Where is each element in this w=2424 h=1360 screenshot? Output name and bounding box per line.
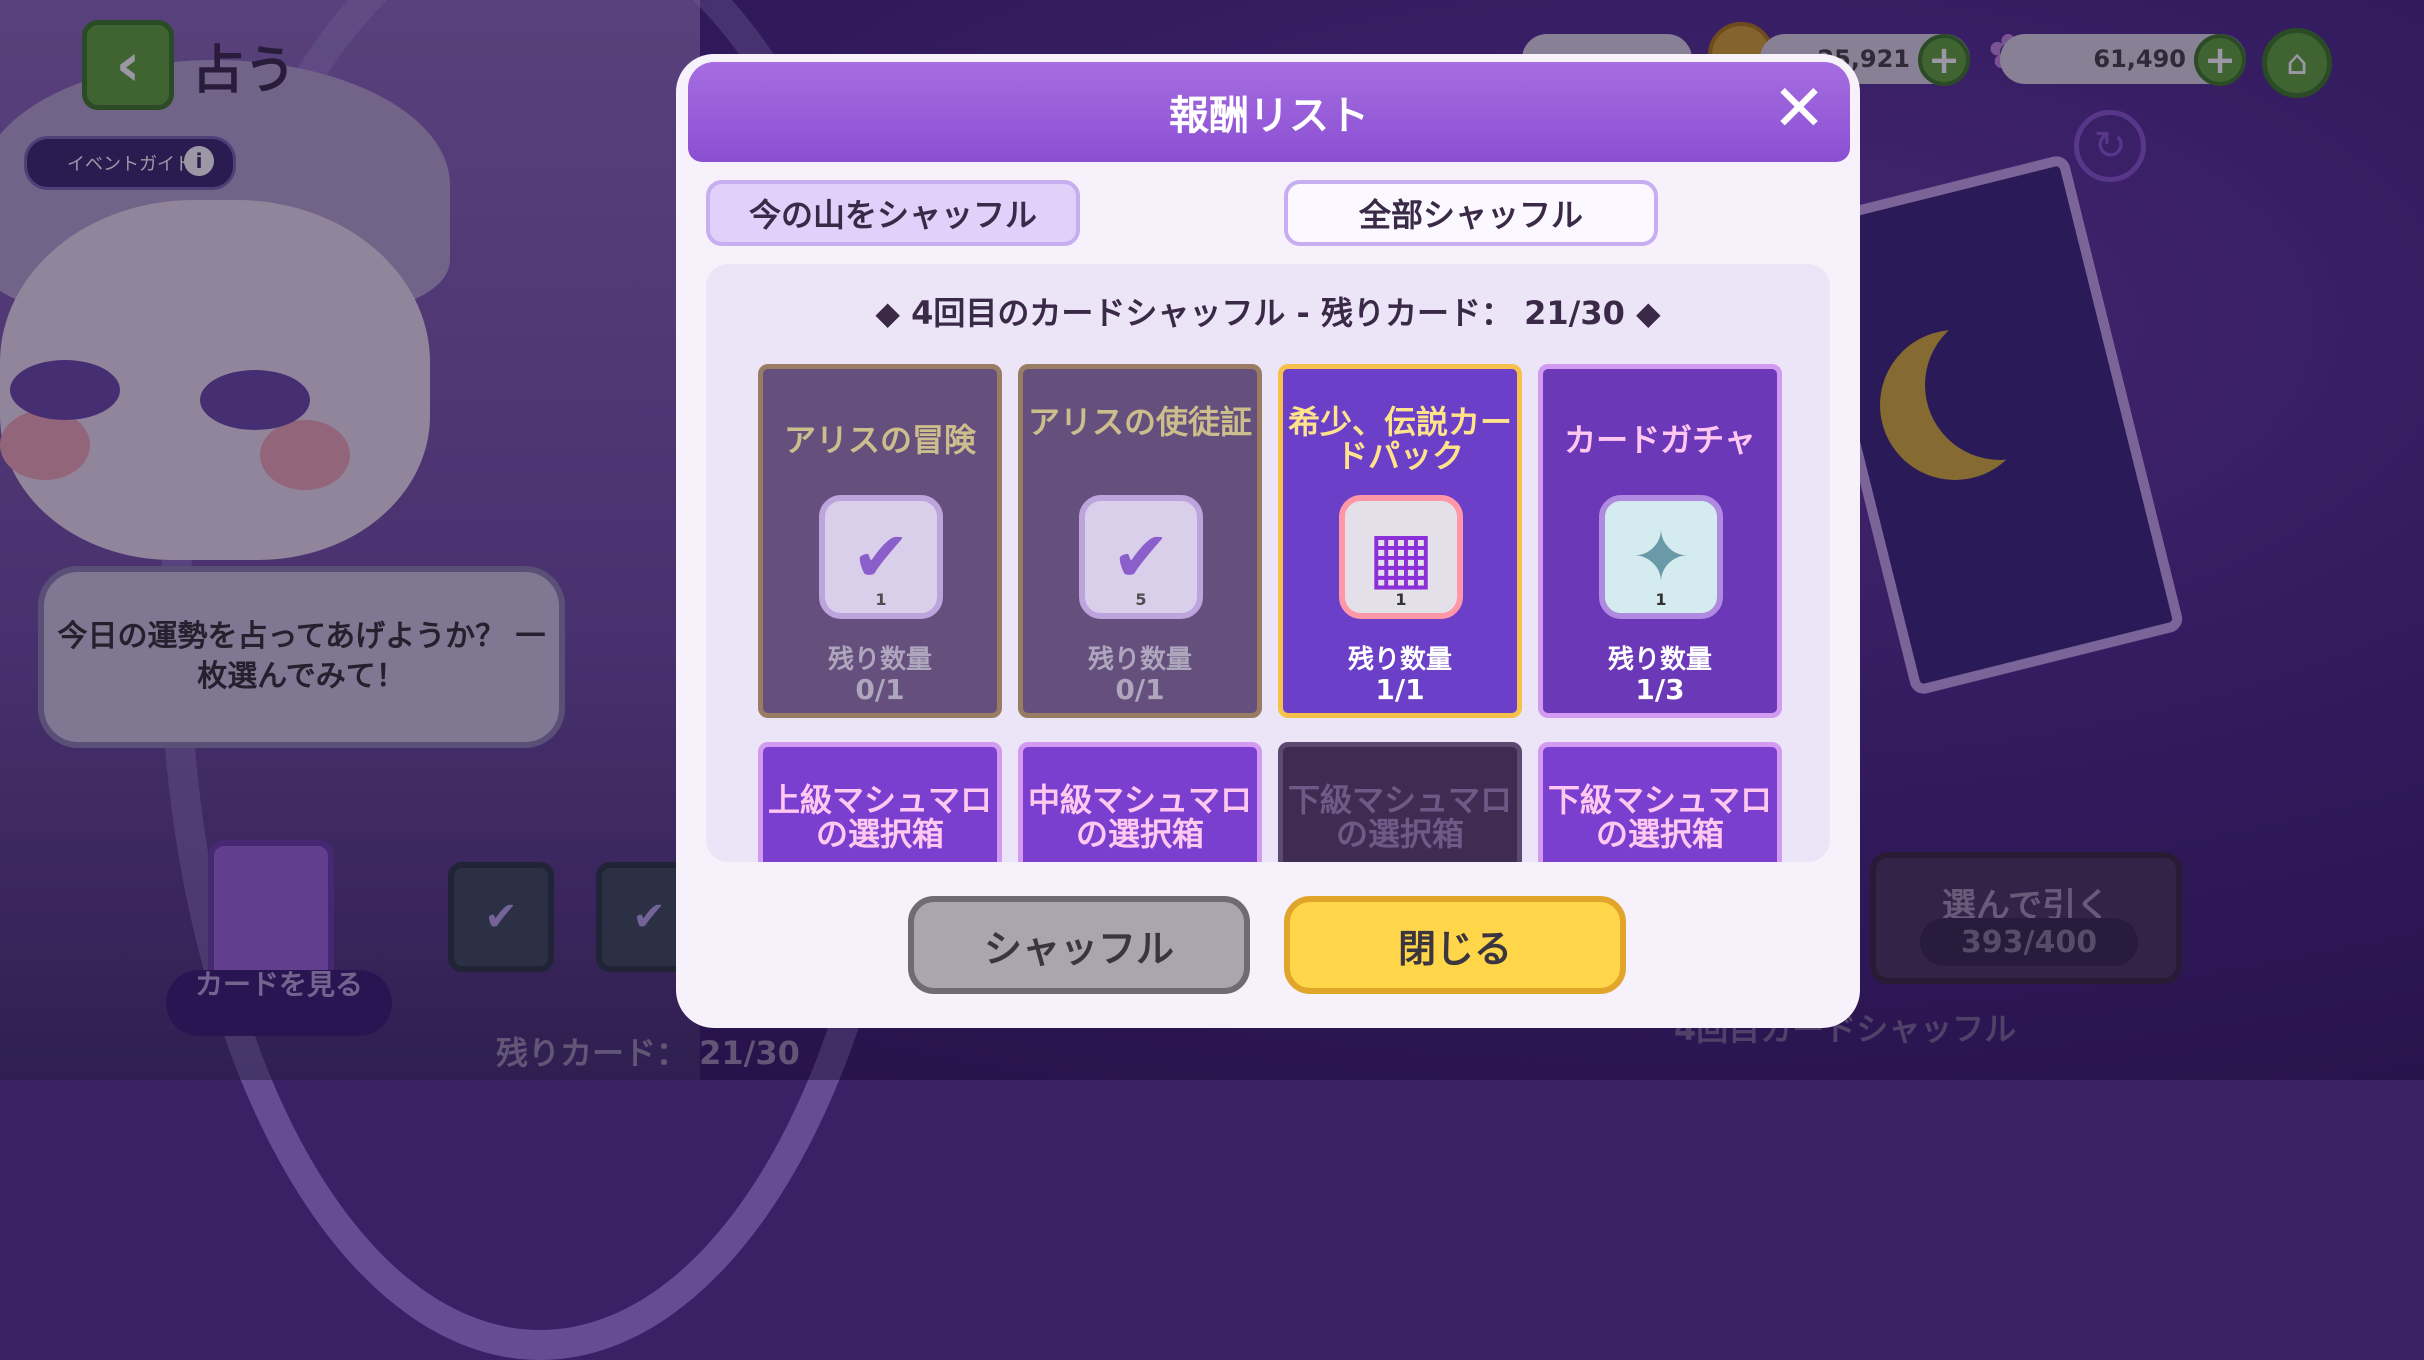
close-icon[interactable]: ✕ xyxy=(1766,76,1832,142)
remain-label: 残り数量 xyxy=(827,645,932,675)
reward-name: 中級マシュマロの選択箱 xyxy=(1027,781,1252,853)
reward-panel[interactable]: ◆ 4回目のカードシャッフル - 残りカード： 21/30 ◆ アリスの冒険 ✔… xyxy=(706,264,1830,862)
reward-card[interactable]: アリスの使徒証 ✔ 5 残り数量 0/1 xyxy=(1018,364,1262,718)
remain-label: 残り数量 xyxy=(1607,645,1712,675)
remain-value: 0/1 xyxy=(1115,673,1165,706)
reward-name: 上級マシュマロの選択箱 xyxy=(767,781,992,853)
reward-card[interactable]: 中級マシュマロの選択箱 xyxy=(1018,742,1262,862)
reward-name: 下級マシュマロの選択箱 xyxy=(1287,781,1512,853)
reward-card[interactable]: 上級マシュマロの選択箱 xyxy=(758,742,1002,862)
reward-name: カードガチャ xyxy=(1564,421,1756,459)
reward-card[interactable]: 希少、伝説カードパック ▦ 1 残り数量 1/1 xyxy=(1278,364,1522,718)
tab-shuffle-current[interactable]: 今の山をシャッフル xyxy=(706,180,1080,246)
reward-card[interactable]: カードガチャ ✦ 1 残り数量 1/3 xyxy=(1538,364,1782,718)
reward-card[interactable]: 下級マシュマロの選択箱 xyxy=(1538,742,1782,862)
reward-qty: 1 xyxy=(1395,590,1407,609)
modal-title: 報酬リスト xyxy=(1169,93,1369,139)
remain-label: 残り数量 xyxy=(1087,645,1192,675)
remain-value: 0/1 xyxy=(855,673,905,706)
reward-name: アリスの使徒証 xyxy=(1027,403,1252,441)
reward-name: 希少、伝説カードパック xyxy=(1287,403,1512,475)
reward-name: 下級マシュマロの選択箱 xyxy=(1547,781,1772,853)
remain-value: 1/1 xyxy=(1375,673,1425,706)
check-ticket-icon: ✔ 1 xyxy=(819,495,943,619)
reward-name: アリスの冒険 xyxy=(783,421,976,459)
remain-value: 1/3 xyxy=(1635,673,1685,706)
remain-label: 残り数量 xyxy=(1347,645,1452,675)
gacha-ticket-icon: ✦ 1 xyxy=(1599,495,1723,619)
tab-shuffle-all[interactable]: 全部シャッフル xyxy=(1284,180,1658,246)
card-pack-icon: ▦ 1 xyxy=(1339,495,1463,619)
reward-card[interactable]: アリスの冒険 ✔ 1 残り数量 0/1 xyxy=(758,364,1002,718)
check-ticket-icon: ✔ 5 xyxy=(1079,495,1203,619)
close-button[interactable]: 閉じる xyxy=(1284,896,1626,994)
reward-card[interactable]: 下級マシュマロの選択箱 xyxy=(1278,742,1522,862)
shuffle-button[interactable]: シャッフル xyxy=(908,896,1250,994)
reward-qty: 1 xyxy=(875,590,887,609)
shuffle-status: ◆ 4回目のカードシャッフル - 残りカード： 21/30 ◆ xyxy=(875,294,1661,332)
reward-qty: 1 xyxy=(1655,590,1667,609)
reward-qty: 5 xyxy=(1135,590,1147,609)
